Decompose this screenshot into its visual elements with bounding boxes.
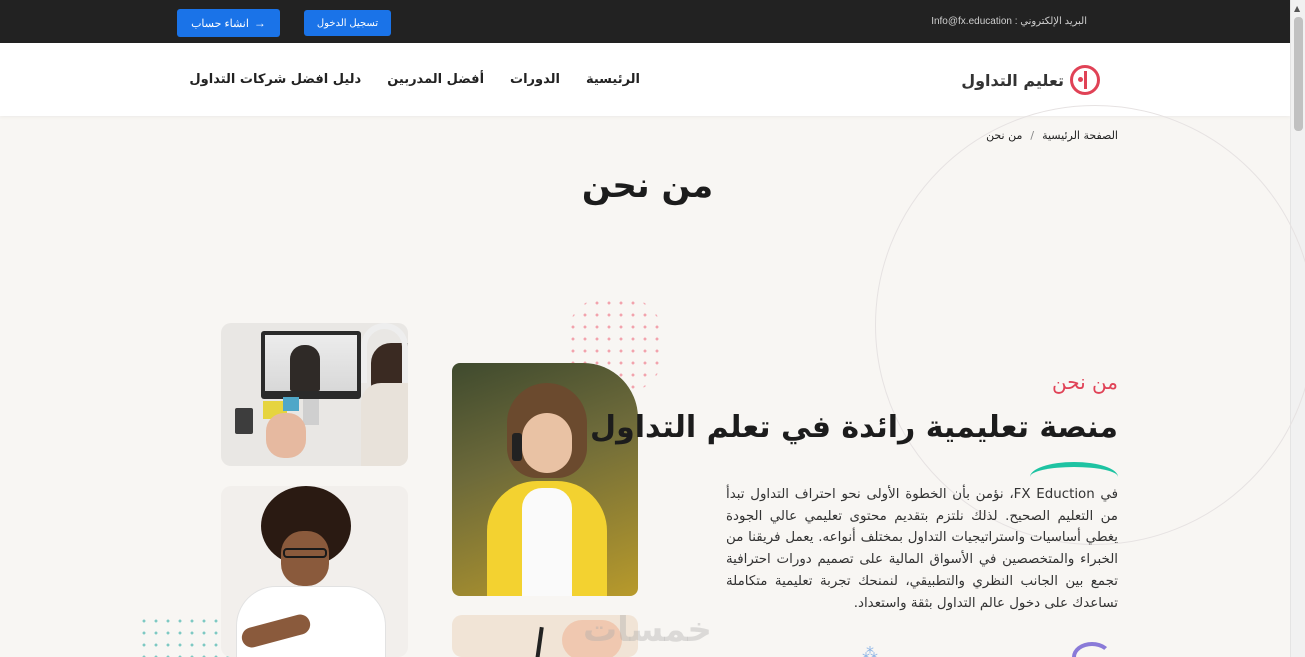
monitor (261, 331, 361, 399)
logo-text: تعليم التداول (961, 70, 1064, 90)
arrow-right-icon: → (253, 16, 266, 30)
glasses (283, 548, 327, 558)
pencil-cup (235, 408, 253, 434)
register-label: انشاء حساب (191, 17, 249, 30)
phone-icon (512, 433, 522, 461)
scroll-thumb[interactable] (1294, 17, 1303, 131)
top-bar: انشاء حساب → تسجيل الدخول البريد الإلكتر… (0, 0, 1290, 43)
page-title: من نحن (581, 166, 714, 206)
section-label: من نحن (1052, 370, 1118, 394)
nav-menu: الرئيسية الدورات أفضل المدربين دليل افضل… (189, 72, 640, 87)
woman-on-phone-photo (452, 363, 638, 596)
about-paragraph: في FX Eduction، نؤمن بأن الخطوة الأولى ن… (726, 487, 1118, 611)
breadcrumb-separator: / (1030, 129, 1035, 142)
nav-item-home[interactable]: الرئيسية (586, 72, 640, 87)
scroll-up-icon[interactable]: ▲ (1294, 4, 1300, 13)
section-heading: منصة تعليمية رائدة في تعلم التداول (590, 410, 1118, 445)
contact-email: البريد الإلكتروني : Info@fx.education (931, 16, 1087, 27)
breadcrumb: الصفحة الرئيسية / من نحن (986, 129, 1118, 142)
breadcrumb-current: من نحن (986, 129, 1023, 142)
decorative-bottom-icon: ⁂ (862, 644, 878, 657)
headphones (361, 323, 408, 383)
breadcrumb-home[interactable]: الصفحة الرئيسية (1042, 129, 1118, 142)
site-logo[interactable]: تعليم التداول (961, 65, 1100, 95)
logo-icon (1070, 65, 1100, 95)
studying-woman-photo (221, 486, 408, 657)
nav-item-courses[interactable]: الدورات (510, 72, 560, 87)
nav-item-brokers-guide[interactable]: دليل افضل شركات التداول (189, 72, 361, 87)
login-button[interactable]: تسجيل الدخول (304, 10, 391, 36)
video-call-photo (221, 323, 408, 466)
watermark: خمسات (583, 610, 712, 650)
nav-item-best-trainers[interactable]: أفضل المدربين (387, 72, 484, 87)
decorative-arc-icon (1072, 642, 1112, 657)
register-button[interactable]: انشاء حساب → (177, 9, 280, 37)
